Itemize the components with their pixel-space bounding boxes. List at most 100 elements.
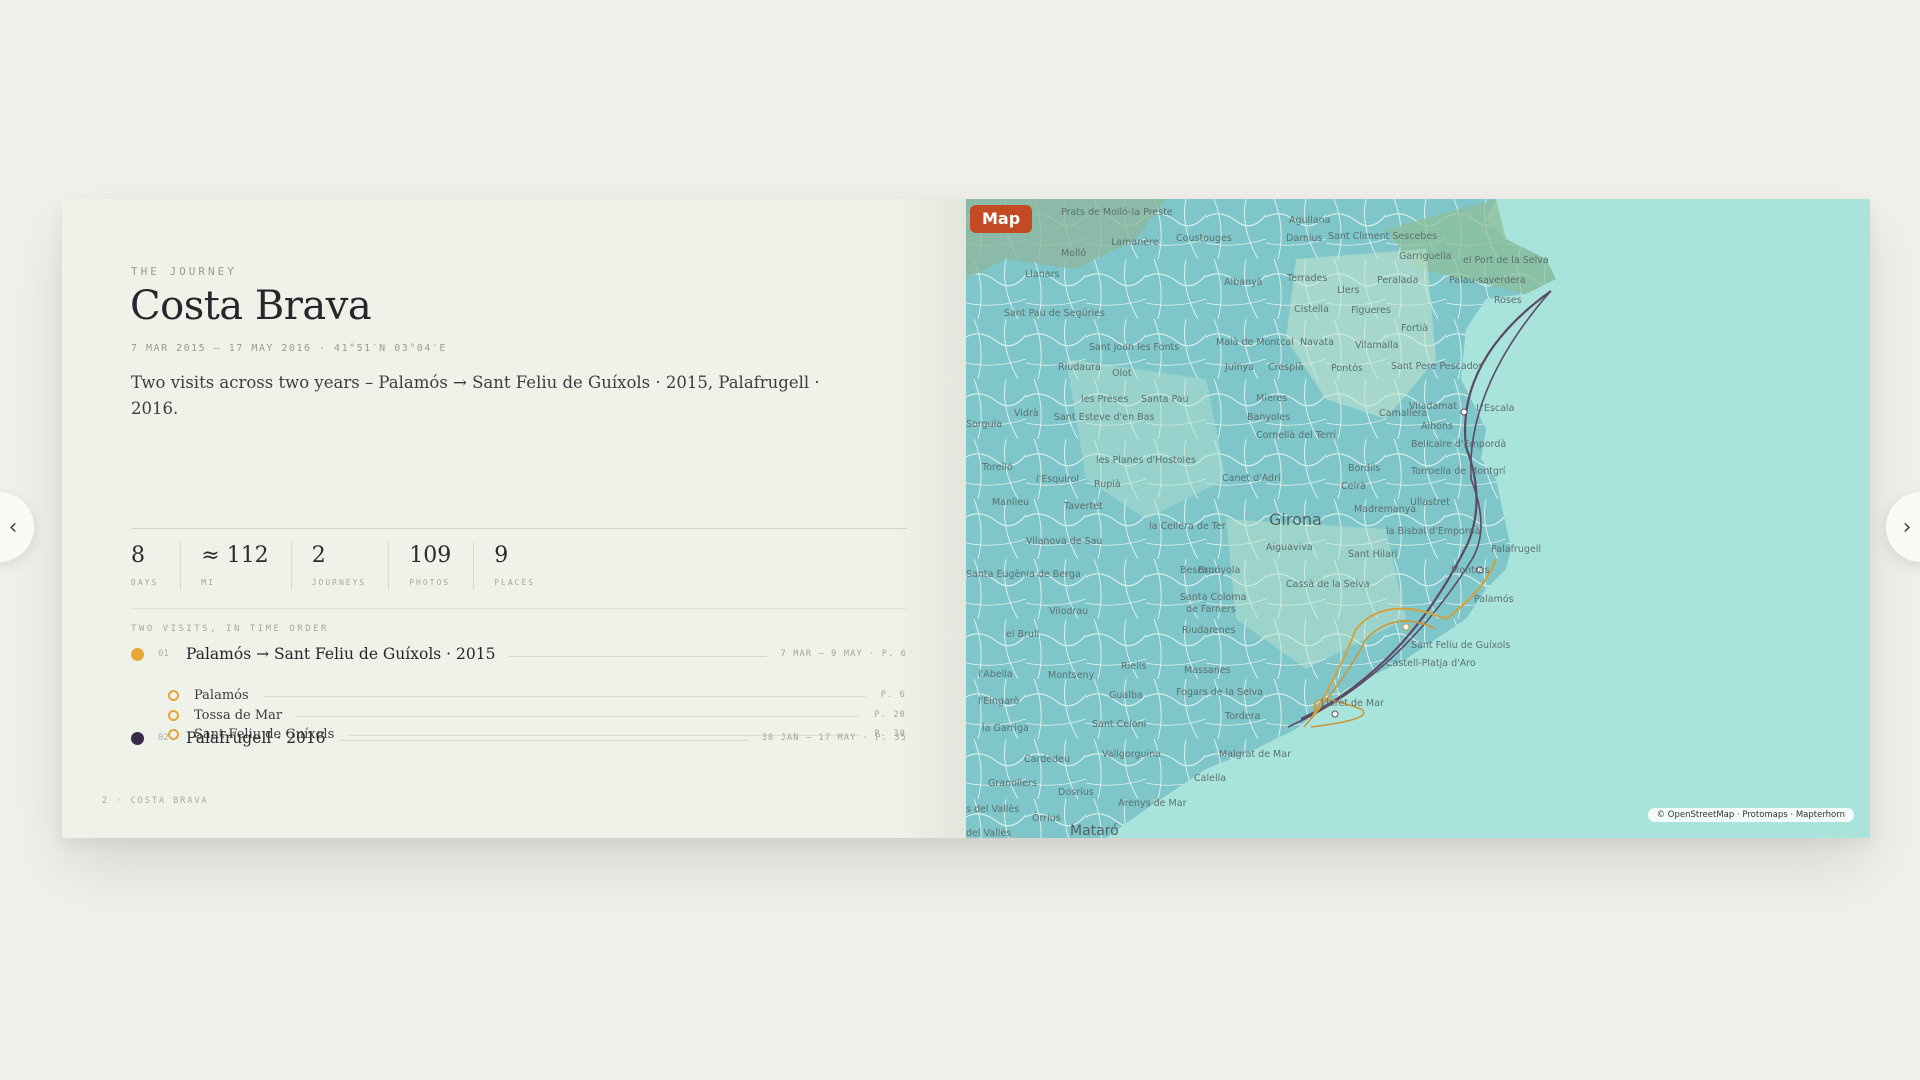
place-label: Palau-saverdera (1449, 275, 1526, 286)
place-label: Banyoles (1247, 412, 1290, 423)
place-label: Torelló (981, 462, 1013, 473)
trip-row[interactable]: 02 Palafrugell · 2016 30 JAN – 17 MAY · … (131, 727, 907, 749)
stat-places: 9 PLACES (494, 542, 557, 590)
place-label: l'Esquirol (1036, 474, 1079, 485)
place-label: Crespià (1268, 362, 1304, 373)
place-label: Santa Pau (1141, 394, 1189, 405)
place-label: Canet d'Adri (1222, 473, 1281, 484)
place-label: Figueres (1351, 305, 1391, 316)
place-label: Cardedeu (1024, 754, 1070, 765)
map-badge: Map (970, 205, 1033, 233)
place-label: Palafrugell (1491, 544, 1541, 555)
place-label: Arenys de Mar (1118, 798, 1187, 809)
place-label: Rupià (1094, 479, 1121, 490)
trip-row[interactable]: 01 Palamós → Sant Feliu de Guíxols · 201… (131, 643, 907, 665)
stat-label: PLACES (494, 578, 536, 587)
trip-color-dot (131, 731, 144, 745)
place-label: Mieres (1256, 393, 1287, 404)
place-label: Bellcaire d'Empordà (1411, 439, 1506, 450)
place-label: Llanars (1025, 269, 1060, 280)
map-page[interactable]: Prats de Molló-la Preste Lamanère Cousto… (966, 199, 1870, 838)
journey-description: Two visits across two years – Palamós → … (131, 373, 820, 418)
place-label: Roses (1494, 295, 1522, 306)
place-label: Darnius (1286, 233, 1323, 244)
place-label: Lamanère (1111, 237, 1159, 248)
stat-value: 2 (311, 543, 326, 568)
stat-value: 9 (494, 543, 509, 568)
stat-label: MI (201, 578, 215, 587)
place-label: Sant Joan les Fonts (1089, 342, 1179, 353)
place-label: Vilodrau (1049, 606, 1088, 617)
trip-title: Palamós → Sant Feliu de Guíxols · 2015 (186, 645, 496, 663)
waypoint (1331, 710, 1339, 718)
place-label: Torroella de Montgrí (1410, 466, 1506, 477)
place-label: Bordils (1348, 463, 1380, 474)
place-label: del Vallès (966, 828, 1011, 838)
stat-label: JOURNEYS (311, 578, 367, 587)
place-label: Fogars de la Selva (1176, 687, 1263, 698)
trip-color-dot (131, 647, 144, 661)
visits-heading: TWO VISITS, IN TIME ORDER (131, 624, 329, 634)
stat-miles: ≈ 112 MI (201, 542, 292, 590)
place-label: Sant Celoni (1092, 719, 1146, 730)
place-label: Òrrius (1032, 812, 1061, 824)
divider (131, 528, 907, 529)
place-label: l'Eingarò (978, 696, 1019, 707)
place-label: Sant Esteve d'en Bas (1054, 412, 1154, 423)
place-label: Juïnya (1224, 362, 1254, 373)
place-label: Mataró (1070, 823, 1119, 838)
waypoint (1460, 408, 1468, 416)
place-label: L'Escala (1476, 403, 1514, 414)
place-label: Ullastret (1410, 497, 1450, 508)
place-label: Malgrat de Mar (1219, 749, 1291, 760)
place-label: Maià de Montcal (1216, 337, 1294, 348)
place-label: l'Abella (978, 669, 1013, 680)
dot-leader (339, 739, 748, 741)
place-label: la Cellera de Ter (1149, 521, 1226, 532)
place-label: Prats de Molló-la Preste (1061, 207, 1173, 218)
date-coordinates: 7 MAR 2015 – 17 MAY 2016 · 41°51′N 03°04… (131, 343, 447, 354)
place-label: el Brull (1006, 629, 1039, 640)
page-folio: 2 · COSTA BRAVA (102, 796, 209, 806)
trip-number: 02 (158, 733, 169, 743)
place-label: Llers (1337, 285, 1360, 296)
trip-title: Palafrugell · 2016 (186, 729, 326, 747)
place-label: Santa Coloma (1180, 592, 1246, 603)
place-label: Sant Feliu de Guíxols (1411, 640, 1510, 651)
place-label: Coustouges (1176, 233, 1232, 244)
place-label: Gualba (1109, 690, 1143, 701)
place-label: Vallgorguina (1102, 749, 1161, 760)
place-label: Riudaura (1058, 362, 1101, 373)
place-label: Cistella (1294, 304, 1329, 315)
place-label: Massanes (1184, 665, 1231, 676)
place-label: Fortià (1401, 323, 1428, 334)
place-label: Riudarenes (1182, 625, 1236, 636)
previous-page-button[interactable]: ‹ (0, 492, 34, 562)
stat-value: 109 (409, 543, 452, 568)
map-canvas[interactable]: Prats de Molló-la Preste Lamanère Cousto… (966, 199, 1870, 838)
place-label: Viladamat (1409, 401, 1457, 412)
place-label: Peralada (1377, 275, 1418, 286)
place-label: s del Vallès (966, 804, 1019, 815)
stats-row: 8 DAYS ≈ 112 MI 2 JOURNEYS 109 PHOTOS 9 … (131, 542, 577, 590)
trip-dates-page: 7 MAR – 9 MAY · P. 6 (780, 649, 907, 659)
place-label: Sant Pau de Segúries (1004, 308, 1105, 319)
place-label: el Port de la Selva (1463, 255, 1549, 266)
place-label: Agullana (1289, 215, 1331, 226)
place-label: les Preses (1081, 394, 1128, 405)
map-attribution[interactable]: © OpenStreetMap · Protomaps · Mapterhorn (1647, 808, 1854, 822)
eyebrow: THE JOURNEY (131, 265, 237, 278)
place-label: Molló (1061, 248, 1086, 259)
next-page-button[interactable]: › (1886, 492, 1920, 562)
place-label: Montseny (1048, 670, 1095, 681)
place-label: Sorgula (966, 419, 1002, 430)
place-label: Sant Hilari (1348, 549, 1397, 560)
trip-dates-page: 30 JAN – 17 MAY · P. 35 (761, 733, 907, 743)
place-label: Olot (1112, 368, 1132, 379)
place-label: Riells (1121, 661, 1146, 672)
place-label: Albons (1421, 421, 1453, 432)
place-label: Terrades (1286, 273, 1327, 284)
place-label: Navata (1300, 337, 1334, 348)
place-label: Calella (1194, 773, 1226, 784)
place-label: Madremanya (1354, 504, 1416, 515)
